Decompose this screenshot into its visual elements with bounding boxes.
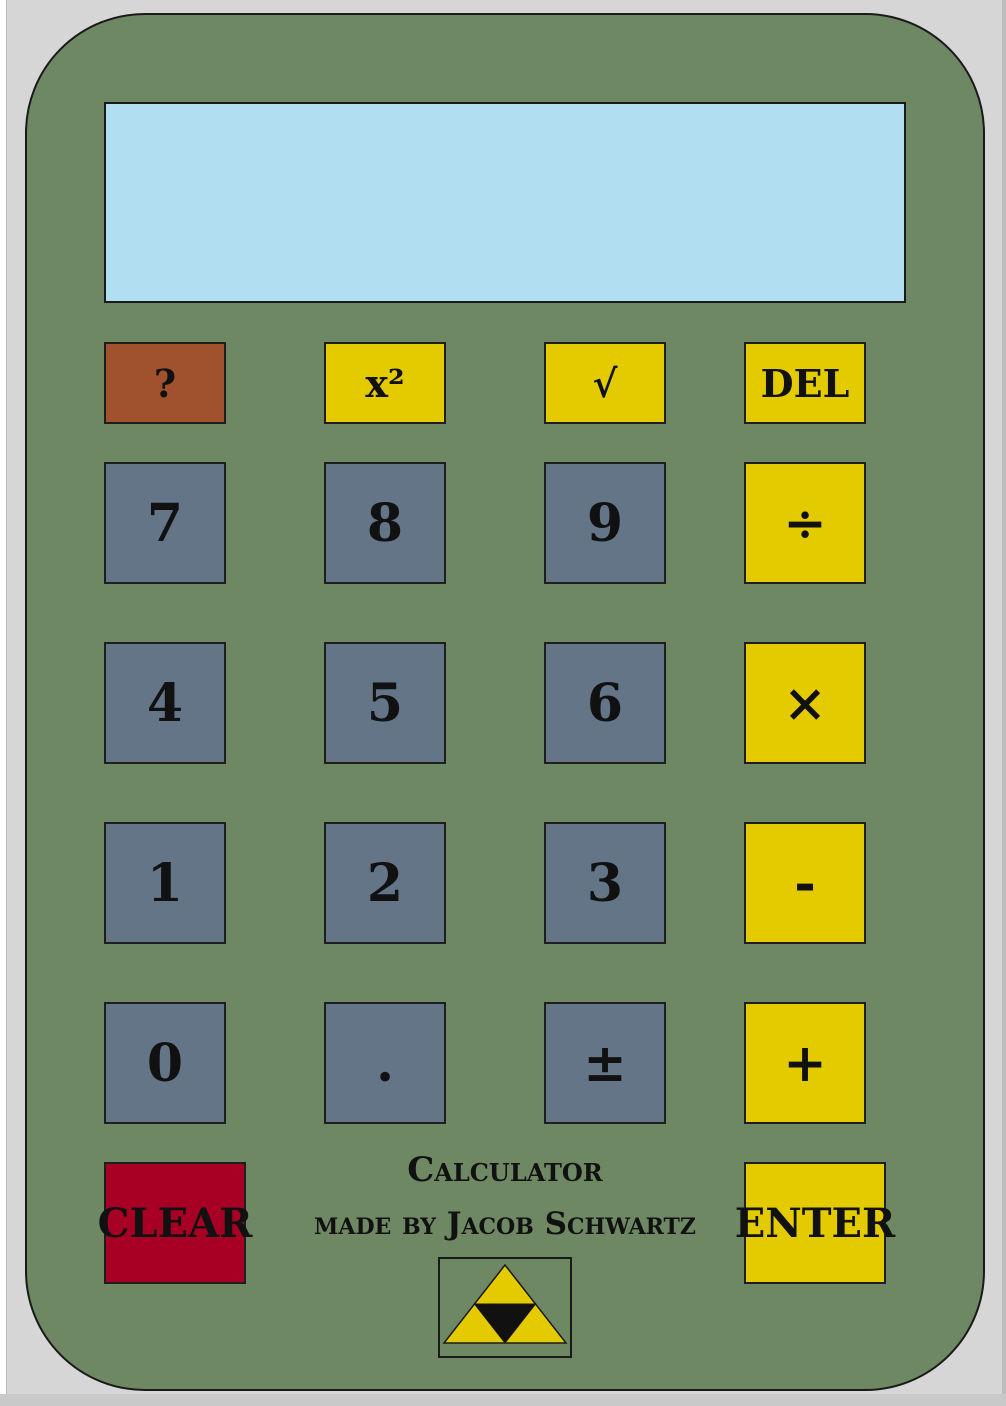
negate-button[interactable]: ± <box>544 1002 666 1124</box>
digit-3-button[interactable]: 3 <box>544 822 666 944</box>
app-window: ? x² √ DEL 7 8 9 ÷ 4 5 6 × 1 2 3 - 0 . ±… <box>0 0 1006 1406</box>
window-bottom-edge <box>0 1394 1006 1406</box>
digit-1-button[interactable]: 1 <box>104 822 226 944</box>
digit-9-button[interactable]: 9 <box>544 462 666 584</box>
triforce-icon <box>442 1263 568 1344</box>
digit-5-button[interactable]: 5 <box>324 642 446 764</box>
decimal-button[interactable]: . <box>324 1002 446 1124</box>
subtract-button[interactable]: - <box>744 822 866 944</box>
digit-4-button[interactable]: 4 <box>104 642 226 764</box>
divide-button[interactable]: ÷ <box>744 462 866 584</box>
add-button[interactable]: + <box>744 1002 866 1124</box>
digit-8-button[interactable]: 8 <box>324 462 446 584</box>
digit-0-button[interactable]: 0 <box>104 1002 226 1124</box>
square-button[interactable]: x² <box>324 342 446 424</box>
help-button[interactable]: ? <box>104 342 226 424</box>
sqrt-button[interactable]: √ <box>544 342 666 424</box>
digit-7-button[interactable]: 7 <box>104 462 226 584</box>
clear-button[interactable]: CLEAR <box>98 1162 252 1284</box>
calculator-display <box>104 102 906 303</box>
logo-frame <box>438 1257 572 1358</box>
background-window-edge <box>0 0 7 1406</box>
delete-button[interactable]: DEL <box>744 342 866 424</box>
author-credit: made by Jacob Schwartz <box>314 1206 696 1242</box>
window-right-edge <box>1002 0 1006 1406</box>
multiply-button[interactable]: × <box>744 642 866 764</box>
enter-button[interactable]: ENTER <box>735 1162 895 1284</box>
digit-6-button[interactable]: 6 <box>544 642 666 764</box>
digit-2-button[interactable]: 2 <box>324 822 446 944</box>
calculator-title: Calculator <box>407 1150 603 1190</box>
